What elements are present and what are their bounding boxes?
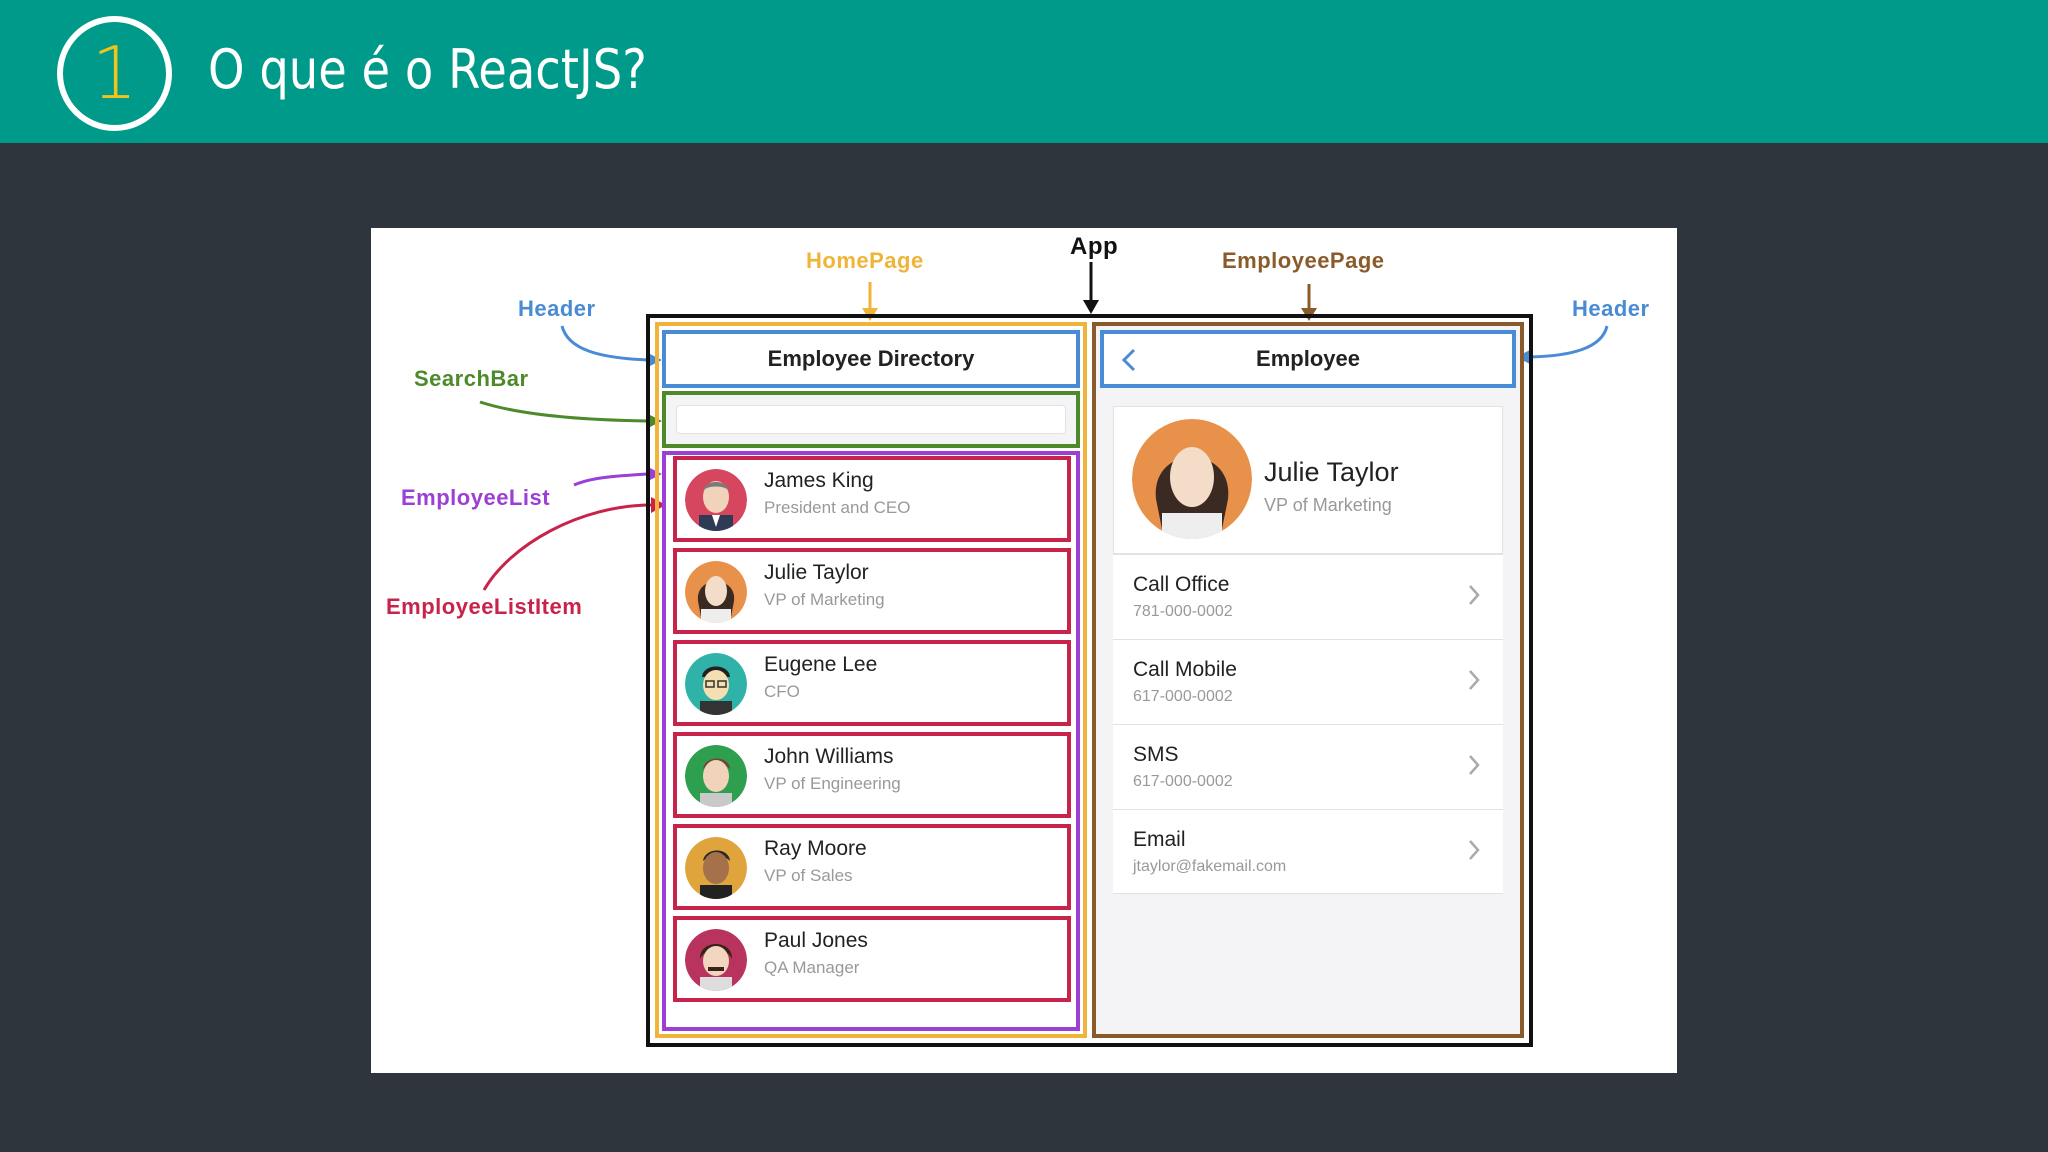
label-employeepage: EmployeePage bbox=[1222, 248, 1385, 273]
label-searchbar: SearchBar bbox=[414, 366, 529, 391]
label-homepage: HomePage bbox=[806, 248, 924, 273]
employee-header-title: Employee bbox=[1256, 346, 1360, 371]
label-employeelist: EmployeeList bbox=[401, 485, 551, 510]
employee-list-item[interactable]: Paul Jones QA Manager bbox=[673, 916, 1071, 1002]
avatar bbox=[685, 653, 747, 715]
employee-list-item[interactable]: James King President and CEO bbox=[673, 456, 1071, 542]
avatar bbox=[1132, 419, 1252, 539]
avatar bbox=[685, 469, 747, 531]
home-header: Employee Directory bbox=[662, 330, 1080, 388]
employee-title: VP of Marketing bbox=[764, 590, 885, 609]
action-label: Call Office bbox=[1133, 573, 1230, 596]
action-value: 617-000-0002 bbox=[1133, 773, 1233, 790]
chevron-right-icon bbox=[1469, 755, 1480, 775]
action-value: 617-000-0002 bbox=[1133, 688, 1233, 705]
action-call-mobile[interactable]: Call Mobile 617-000-0002 bbox=[1113, 639, 1503, 724]
employee-name: Julie Taylor bbox=[764, 561, 869, 584]
employee-list-item[interactable]: Julie Taylor VP of Marketing bbox=[673, 548, 1071, 634]
employee-header: Employee bbox=[1100, 330, 1516, 388]
employeelistitem-arrow bbox=[482, 503, 653, 591]
action-label: Email bbox=[1133, 828, 1186, 851]
chevron-left-icon[interactable] bbox=[1120, 348, 1138, 372]
employee-title: VP of Engineering bbox=[764, 774, 901, 793]
employee-title: QA Manager bbox=[764, 958, 860, 977]
searchbar-arrow bbox=[479, 400, 649, 423]
action-label: SMS bbox=[1133, 743, 1179, 766]
employee-name: John Williams bbox=[764, 745, 894, 768]
label-header-right: Header bbox=[1572, 296, 1650, 321]
search-input[interactable] bbox=[676, 405, 1066, 434]
avatar bbox=[685, 837, 747, 899]
chevron-right-icon bbox=[1469, 840, 1480, 860]
avatar bbox=[685, 745, 747, 807]
employee-details: Julie Taylor VP of Marketing bbox=[1113, 406, 1503, 554]
search-bar bbox=[662, 391, 1080, 448]
home-header-title: Employee Directory bbox=[767, 346, 975, 371]
header-right-arrow bbox=[1529, 325, 1609, 359]
label-employeelistitem: EmployeeListItem bbox=[386, 594, 583, 619]
employee-title: VP of Marketing bbox=[1264, 495, 1392, 515]
avatar bbox=[685, 929, 747, 991]
employee-name: Ray Moore bbox=[764, 837, 867, 860]
chevron-right-icon bbox=[1469, 670, 1480, 690]
header-left-arrow bbox=[560, 325, 649, 362]
employee-name: Paul Jones bbox=[764, 929, 868, 952]
label-app: App bbox=[1070, 233, 1119, 260]
chevron-right-icon bbox=[1469, 585, 1480, 605]
employee-name: Eugene Lee bbox=[764, 653, 878, 676]
avatar bbox=[685, 561, 747, 623]
action-label: Call Mobile bbox=[1133, 658, 1237, 681]
action-value: jtaylor@fakemail.com bbox=[1133, 858, 1287, 875]
employee-title: CFO bbox=[764, 682, 800, 701]
employee-list-item[interactable]: Eugene Lee CFO bbox=[673, 640, 1071, 726]
action-call-office[interactable]: Call Office 781-000-0002 bbox=[1113, 554, 1503, 639]
employee-list-item[interactable]: John Williams VP of Engineering bbox=[673, 732, 1071, 818]
employee-list-item[interactable]: Ray Moore VP of Sales bbox=[673, 824, 1071, 910]
action-value: 781-000-0002 bbox=[1133, 603, 1233, 620]
employeelist-arrow bbox=[573, 472, 649, 487]
action-email[interactable]: Email jtaylor@fakemail.com bbox=[1113, 809, 1503, 894]
app-arrow-head bbox=[1083, 300, 1099, 314]
employee-name: Julie Taylor bbox=[1264, 457, 1399, 487]
action-sms[interactable]: SMS 617-000-0002 bbox=[1113, 724, 1503, 809]
employee-name: James King bbox=[764, 469, 874, 492]
label-header-left: Header bbox=[518, 296, 596, 321]
employee-title: President and CEO bbox=[764, 498, 911, 517]
employee-title: VP of Sales bbox=[764, 866, 853, 885]
